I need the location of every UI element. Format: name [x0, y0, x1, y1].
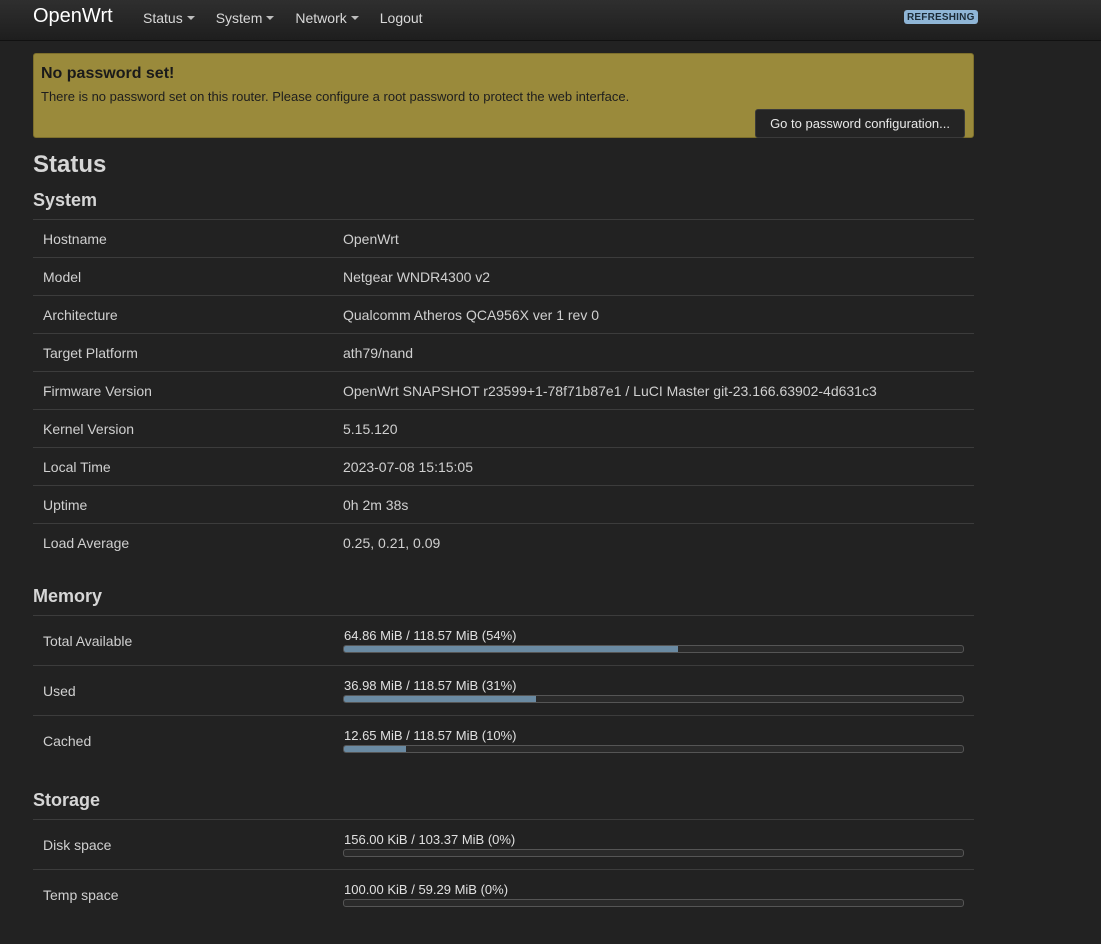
row-key: Disk space	[43, 836, 112, 853]
row-value: 0.25, 0.21, 0.09	[343, 534, 441, 551]
progress-fill	[344, 645, 679, 652]
row-value: 2023-07-08 15:15:05	[343, 458, 473, 475]
progress-label: 12.65 MiB / 118.57 MiB (10%)	[344, 727, 517, 743]
chevron-down-icon	[266, 16, 275, 20]
system-table: Hostname OpenWrt Model Netgear WNDR4300 v2…	[33, 219, 974, 561]
nav-status-label: Status	[143, 10, 183, 26]
alert-title: No password set!	[41, 65, 175, 82]
storage-table: Disk space 156.00 KiB / 103.37 MiB (0%) …	[33, 819, 974, 919]
row-key: Architecture	[43, 306, 118, 323]
nav-logout-label: Logout	[379, 10, 423, 26]
progress-cell: 12.65 MiB / 118.57 MiB (10%)	[343, 727, 974, 753]
table-row: Uptime 0h 2m 38s	[33, 485, 974, 523]
memory-section-title: Memory	[33, 586, 103, 606]
row-key: Temp space	[43, 886, 119, 903]
progress-cell: 64.86 MiB / 118.57 MiB (54%)	[343, 627, 974, 653]
nav-status[interactable]: Status	[143, 10, 195, 26]
row-key: Hostname	[43, 230, 107, 247]
main-content: No password set! There is no password se…	[33, 53, 974, 907]
progress-label: 156.00 KiB / 103.37 MiB (0%)	[344, 831, 516, 847]
row-key: Cached	[43, 732, 92, 749]
table-row: Local Time 2023-07-08 15:15:05	[33, 447, 974, 485]
row-key: Kernel Version	[43, 420, 135, 437]
table-row: Load Average 0.25, 0.21, 0.09	[33, 523, 974, 561]
row-value: OpenWrt	[343, 230, 399, 247]
brand-logo[interactable]: OpenWrt	[33, 5, 113, 28]
nav-network[interactable]: Network	[295, 10, 359, 26]
row-key: Load Average	[43, 534, 130, 551]
progress-bar	[343, 898, 964, 907]
row-key: Total Available	[43, 632, 133, 649]
chevron-down-icon	[350, 16, 359, 20]
top-navbar: OpenWrt Status System Network Logout REF…	[0, 0, 1101, 41]
row-key: Target Platform	[43, 344, 138, 361]
table-row: Model Netgear WNDR4300 v2	[33, 257, 974, 295]
table-row: Firmware Version OpenWrt SNAPSHOT r23599+…	[33, 371, 974, 409]
row-value: Netgear WNDR4300 v2	[343, 268, 491, 285]
alert-message: There is no password set on this router.…	[41, 89, 630, 104]
chevron-down-icon	[186, 16, 195, 20]
progress-bar	[343, 848, 964, 857]
progress-bar	[343, 694, 964, 703]
row-value: ath79/nand	[343, 344, 414, 361]
progress-cell: 100.00 KiB / 59.29 MiB (0%)	[343, 881, 974, 907]
progress-cell: 36.98 MiB / 118.57 MiB (31%)	[343, 677, 974, 703]
row-value: OpenWrt SNAPSHOT r23599+1-78f71b87e1 / L…	[343, 382, 877, 399]
nav-network-label: Network	[295, 10, 347, 26]
row-key: Uptime	[43, 496, 88, 513]
main-nav: Status System Network Logout	[143, 0, 444, 36]
nav-system[interactable]: System	[216, 10, 275, 26]
row-key: Firmware Version	[43, 382, 152, 399]
storage-section-title: Storage	[33, 790, 101, 810]
nav-logout[interactable]: Logout	[380, 10, 423, 26]
row-value: 5.15.120	[343, 420, 398, 437]
progress-label: 100.00 KiB / 59.29 MiB (0%)	[344, 881, 509, 897]
table-row: Cached 12.65 MiB / 118.57 MiB (10%)	[33, 715, 974, 765]
row-key: Used	[43, 682, 76, 699]
password-config-button[interactable]: Go to password configuration...	[755, 109, 965, 138]
page-title: Status	[33, 151, 107, 178]
row-value: 0h 2m 38s	[343, 496, 409, 513]
progress-fill	[344, 695, 536, 702]
system-section-title: System	[33, 190, 98, 210]
row-key: Local Time	[43, 458, 111, 475]
progress-bar	[343, 644, 964, 653]
table-row: Temp space 100.00 KiB / 59.29 MiB (0%)	[33, 869, 974, 919]
progress-bar	[343, 744, 964, 753]
refreshing-badge[interactable]: REFRESHING	[904, 10, 978, 24]
nav-system-label: System	[215, 10, 263, 26]
table-row: Disk space 156.00 KiB / 103.37 MiB (0%)	[33, 819, 974, 869]
table-row: Architecture Qualcomm Atheros QCA956X ver…	[33, 295, 974, 333]
table-row: Total Available 64.86 MiB / 118.57 MiB (…	[33, 615, 974, 665]
progress-label: 64.86 MiB / 118.57 MiB (54%)	[344, 627, 517, 643]
table-row: Kernel Version 5.15.120	[33, 409, 974, 447]
row-key: Model	[43, 268, 82, 285]
progress-fill	[344, 745, 406, 752]
row-value: Qualcomm Atheros QCA956X ver 1 rev 0	[343, 306, 599, 323]
memory-table: Total Available 64.86 MiB / 118.57 MiB (…	[33, 615, 974, 765]
table-row: Hostname OpenWrt	[33, 219, 974, 257]
password-warning-alert: No password set! There is no password se…	[33, 53, 974, 138]
progress-cell: 156.00 KiB / 103.37 MiB (0%)	[343, 831, 974, 857]
progress-label: 36.98 MiB / 118.57 MiB (31%)	[344, 677, 517, 693]
table-row: Used 36.98 MiB / 118.57 MiB (31%)	[33, 665, 974, 715]
table-row: Target Platform ath79/nand	[33, 333, 974, 371]
